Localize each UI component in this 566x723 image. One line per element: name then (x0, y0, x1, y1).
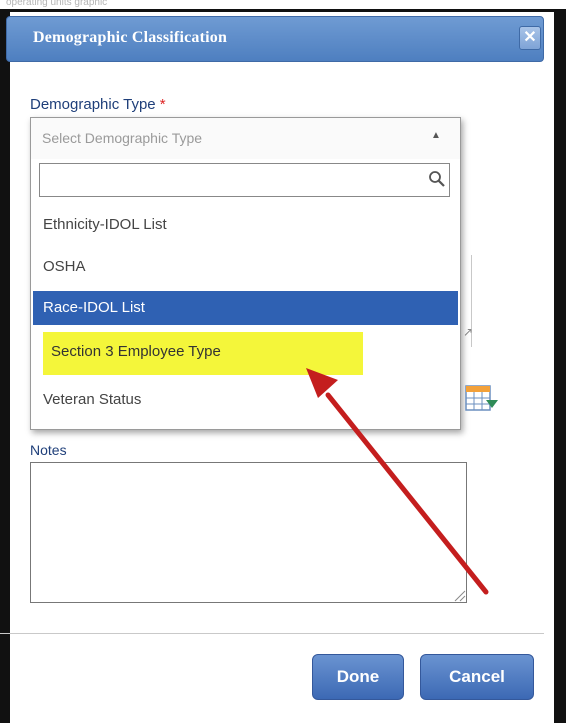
demographic-type-dropdown[interactable]: Select Demographic Type ▲ Ethnicity-IDOL… (30, 117, 461, 430)
dropdown-search-input[interactable] (40, 164, 420, 196)
calendar-grid-icon[interactable] (464, 382, 500, 418)
dropdown-search-box[interactable] (39, 163, 450, 197)
demographic-type-label-text: Demographic Type (30, 96, 156, 113)
top-caption-strip: operating units graphic (0, 0, 566, 9)
close-button[interactable]: ✕ (519, 26, 541, 50)
dialog-title: Demographic Classification (33, 29, 228, 46)
footer-divider (0, 633, 544, 634)
option-veteran-status[interactable]: Veteran Status (33, 383, 458, 417)
cancel-button[interactable]: Cancel (420, 654, 534, 700)
underlying-field-edge: ↗ (461, 255, 474, 347)
option-section-3-employee-type[interactable]: Section 3 Employee Type (43, 332, 363, 375)
dropdown-placeholder: Select Demographic Type (42, 130, 203, 146)
search-icon (429, 171, 445, 187)
underlying-field-edge-glyph: ↗ (463, 325, 474, 339)
required-marker: * (159, 96, 166, 113)
notes-textarea[interactable] (30, 462, 467, 603)
option-race-idol-list[interactable]: Race-IDOL List (33, 291, 458, 325)
demographic-type-label: Demographic Type * (30, 96, 166, 113)
dialog-titlebar: Demographic Classification ✕ (6, 16, 544, 62)
option-osha[interactable]: OSHA (33, 250, 458, 284)
notes-label: Notes (30, 442, 67, 458)
close-icon: ✕ (523, 29, 537, 46)
top-caption-text: operating units graphic (6, 0, 108, 8)
resize-grip-icon[interactable] (452, 588, 466, 602)
caret-up-icon: ▲ (431, 130, 441, 141)
done-button[interactable]: Done (312, 654, 404, 700)
dropdown-select-header[interactable]: Select Demographic Type ▲ (31, 118, 460, 159)
option-ethnicity-idol-list[interactable]: Ethnicity-IDOL List (33, 208, 458, 242)
